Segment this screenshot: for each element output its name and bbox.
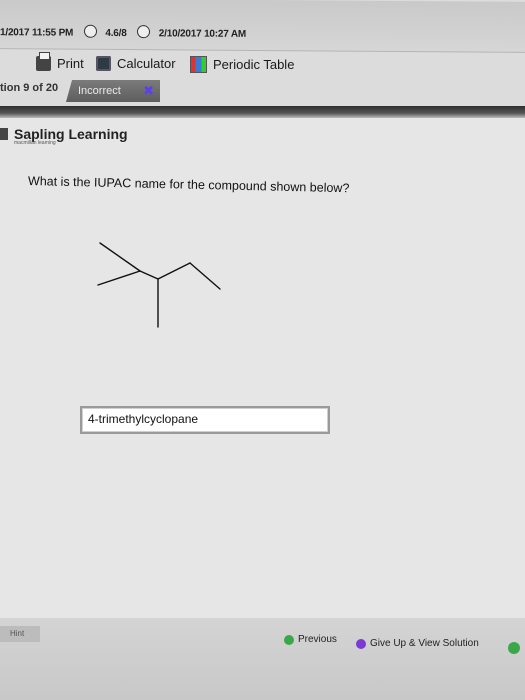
bond [99, 242, 141, 272]
footer-bar: Hint Previous Give Up & View Solution [0, 618, 525, 700]
bond [189, 262, 221, 290]
bond [97, 270, 141, 286]
clock-icon [137, 25, 151, 39]
next-button[interactable] [508, 642, 520, 654]
result-label: Incorrect [78, 85, 121, 97]
hint-button[interactable]: Hint [0, 626, 40, 642]
question-text: What is the IUPAC name for the compound … [27, 174, 350, 196]
printer-icon [36, 52, 51, 71]
print-label: Print [57, 56, 84, 71]
bond [139, 270, 159, 280]
score-icon [83, 24, 97, 38]
periodic-table-label: Periodic Table [213, 57, 295, 72]
give-up-button[interactable]: Give Up & View Solution [356, 638, 479, 649]
question-panel: Sapling Learning macmillan learning What… [0, 118, 525, 618]
brand-sub: macmillan learning [14, 140, 56, 146]
divider-band [0, 106, 525, 118]
date-fragment: 1/2017 11:55 PM [0, 27, 74, 39]
print-button[interactable]: Print [36, 52, 84, 71]
previous-label: Previous [298, 634, 337, 645]
meta-line: 1/2017 11:55 PM 4.6/8 2/10/2017 10:27 AM [0, 24, 252, 40]
calculator-icon [96, 56, 111, 71]
previous-icon [284, 634, 294, 645]
status-row: tion 9 of 20 Incorrect ✖ [0, 80, 525, 102]
give-up-label: Give Up & View Solution [370, 638, 479, 649]
incorrect-tab[interactable]: Incorrect ✖ [66, 80, 160, 102]
answer-input[interactable]: 4-trimethylcyclopane [80, 406, 330, 434]
previous-button[interactable]: Previous [284, 634, 337, 645]
x-mark-icon: ✖ [143, 83, 154, 98]
due-date: 2/10/2017 10:27 AM [158, 28, 246, 40]
bond [157, 262, 191, 280]
score-text: 4.6/8 [105, 27, 127, 40]
top-bar: 1/2017 11:55 PM 4.6/8 2/10/2017 10:27 AM [0, 0, 525, 53]
periodic-table-button[interactable]: Periodic Table [190, 56, 294, 73]
calculator-label: Calculator [117, 56, 176, 71]
toolbar: Print Calculator Periodic Table [0, 52, 525, 78]
brand-mark-icon [0, 128, 8, 140]
periodic-table-icon [190, 56, 207, 73]
next-icon [508, 642, 520, 654]
question-index: tion 9 of 20 [0, 82, 59, 94]
calculator-button[interactable]: Calculator [96, 56, 176, 71]
give-up-icon [356, 638, 366, 649]
